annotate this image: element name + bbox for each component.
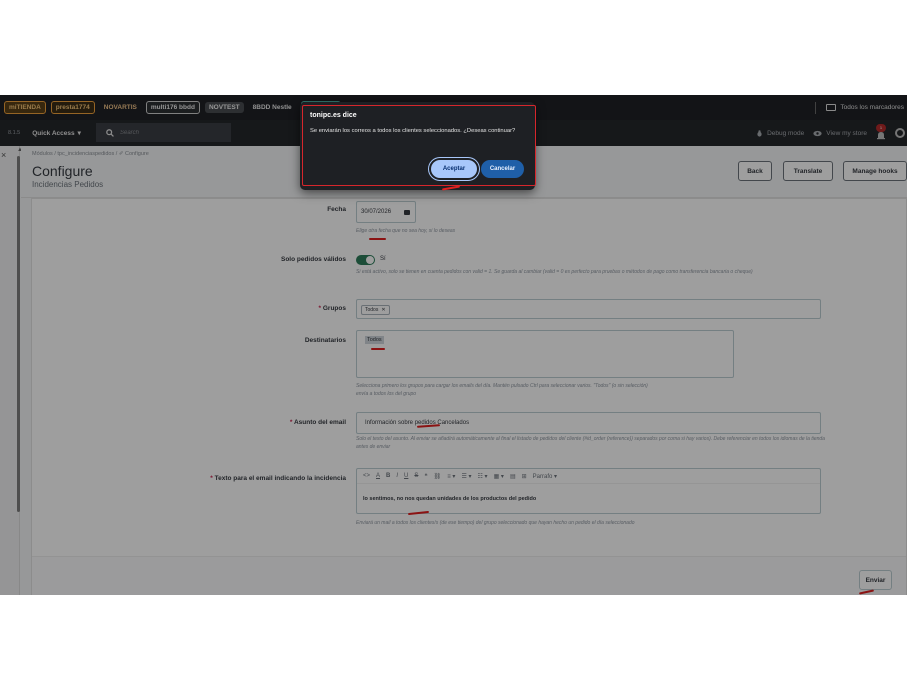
annotation-box	[302, 105, 536, 186]
annotation-mark	[441, 185, 461, 191]
browser-viewport: miTIENDA presta1774 NOVARTIS multi176 bb…	[0, 95, 907, 595]
